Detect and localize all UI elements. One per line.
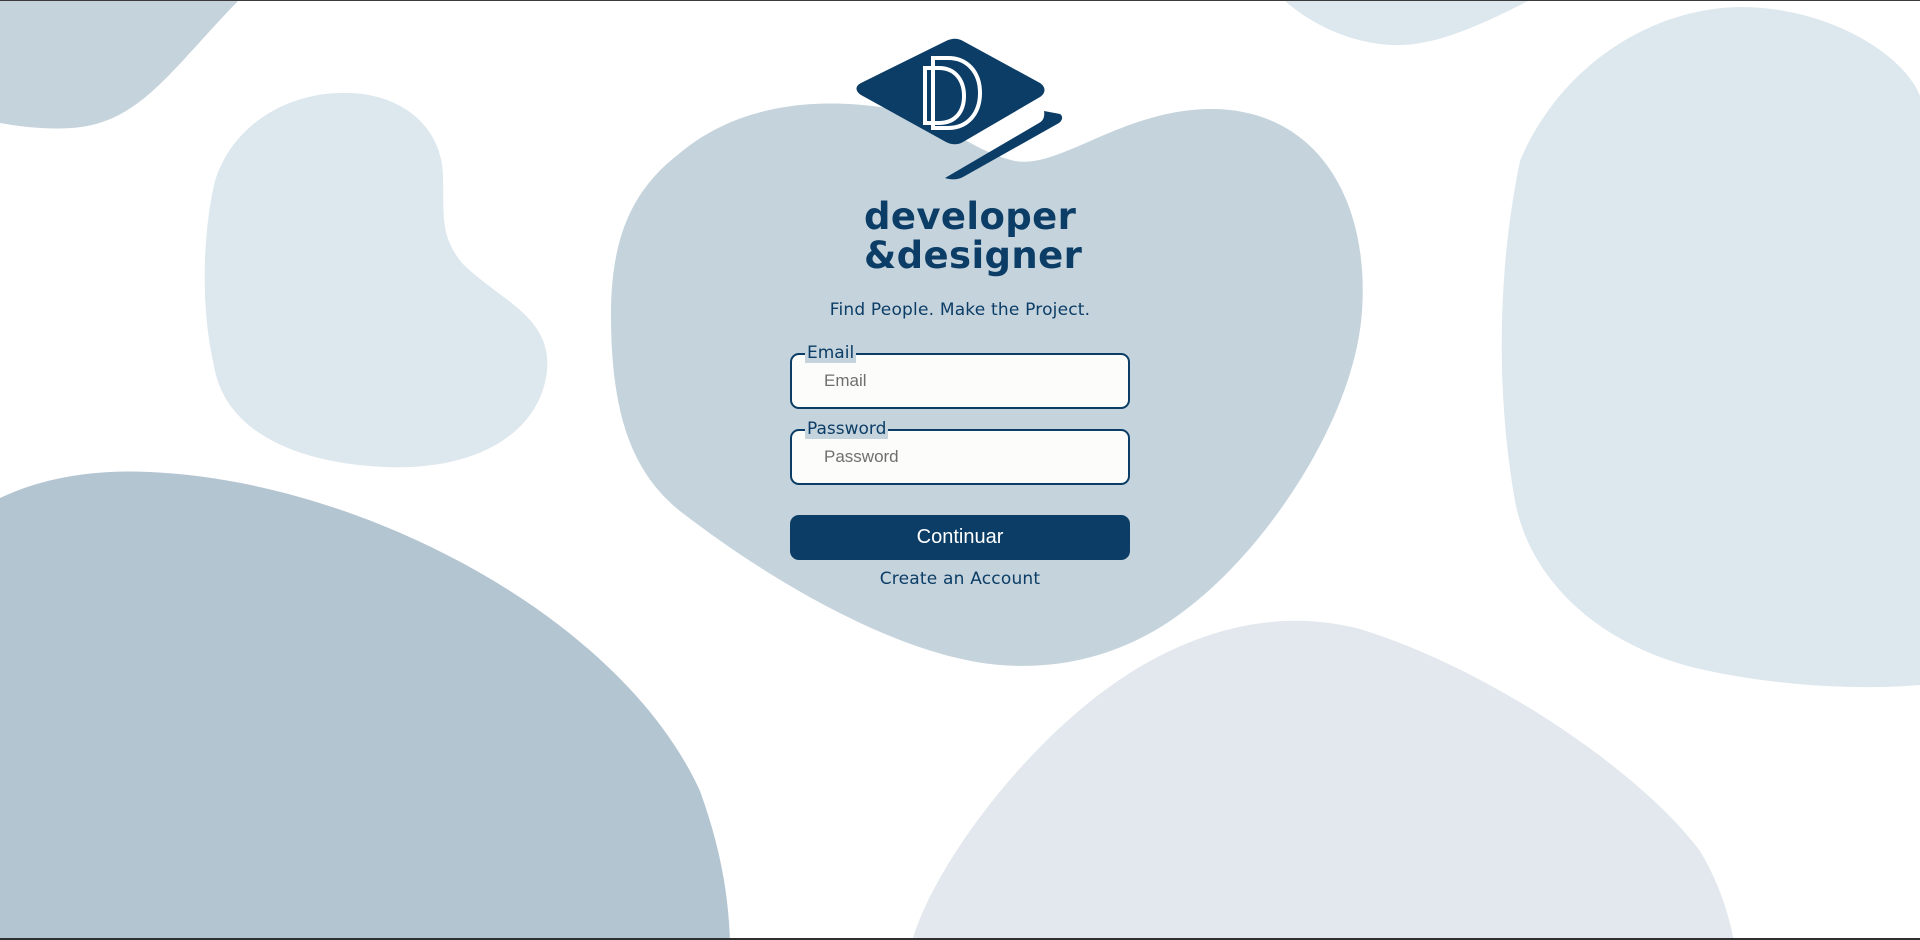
blob-top-center (1285, 1, 1528, 46)
email-label: Email (805, 343, 857, 363)
login-page: developer &designer Find People. Make th… (0, 0, 1920, 940)
email-field[interactable]: Email (790, 343, 1130, 409)
blob-right-light (1501, 7, 1920, 688)
password-label: Password (805, 419, 889, 439)
email-input[interactable] (810, 367, 1110, 395)
continue-button[interactable]: Continuar (790, 515, 1130, 560)
dd-monogram-diamond-icon (856, 38, 1063, 180)
brand-wordmark: developer &designer (864, 197, 1124, 275)
brand-line-2: &designer (864, 234, 1083, 277)
blob-bottom-right (912, 620, 1734, 940)
create-account-link[interactable]: Create an Account (790, 569, 1130, 589)
blob-top-left (0, 1, 238, 129)
tagline: Find People. Make the Project. (829, 300, 1091, 320)
blob-bottom-left (0, 471, 730, 940)
brand-line-1: developer (864, 195, 1077, 238)
password-field[interactable]: Password (790, 419, 1130, 485)
blob-left-light (204, 92, 548, 468)
password-input[interactable] (810, 443, 1110, 471)
